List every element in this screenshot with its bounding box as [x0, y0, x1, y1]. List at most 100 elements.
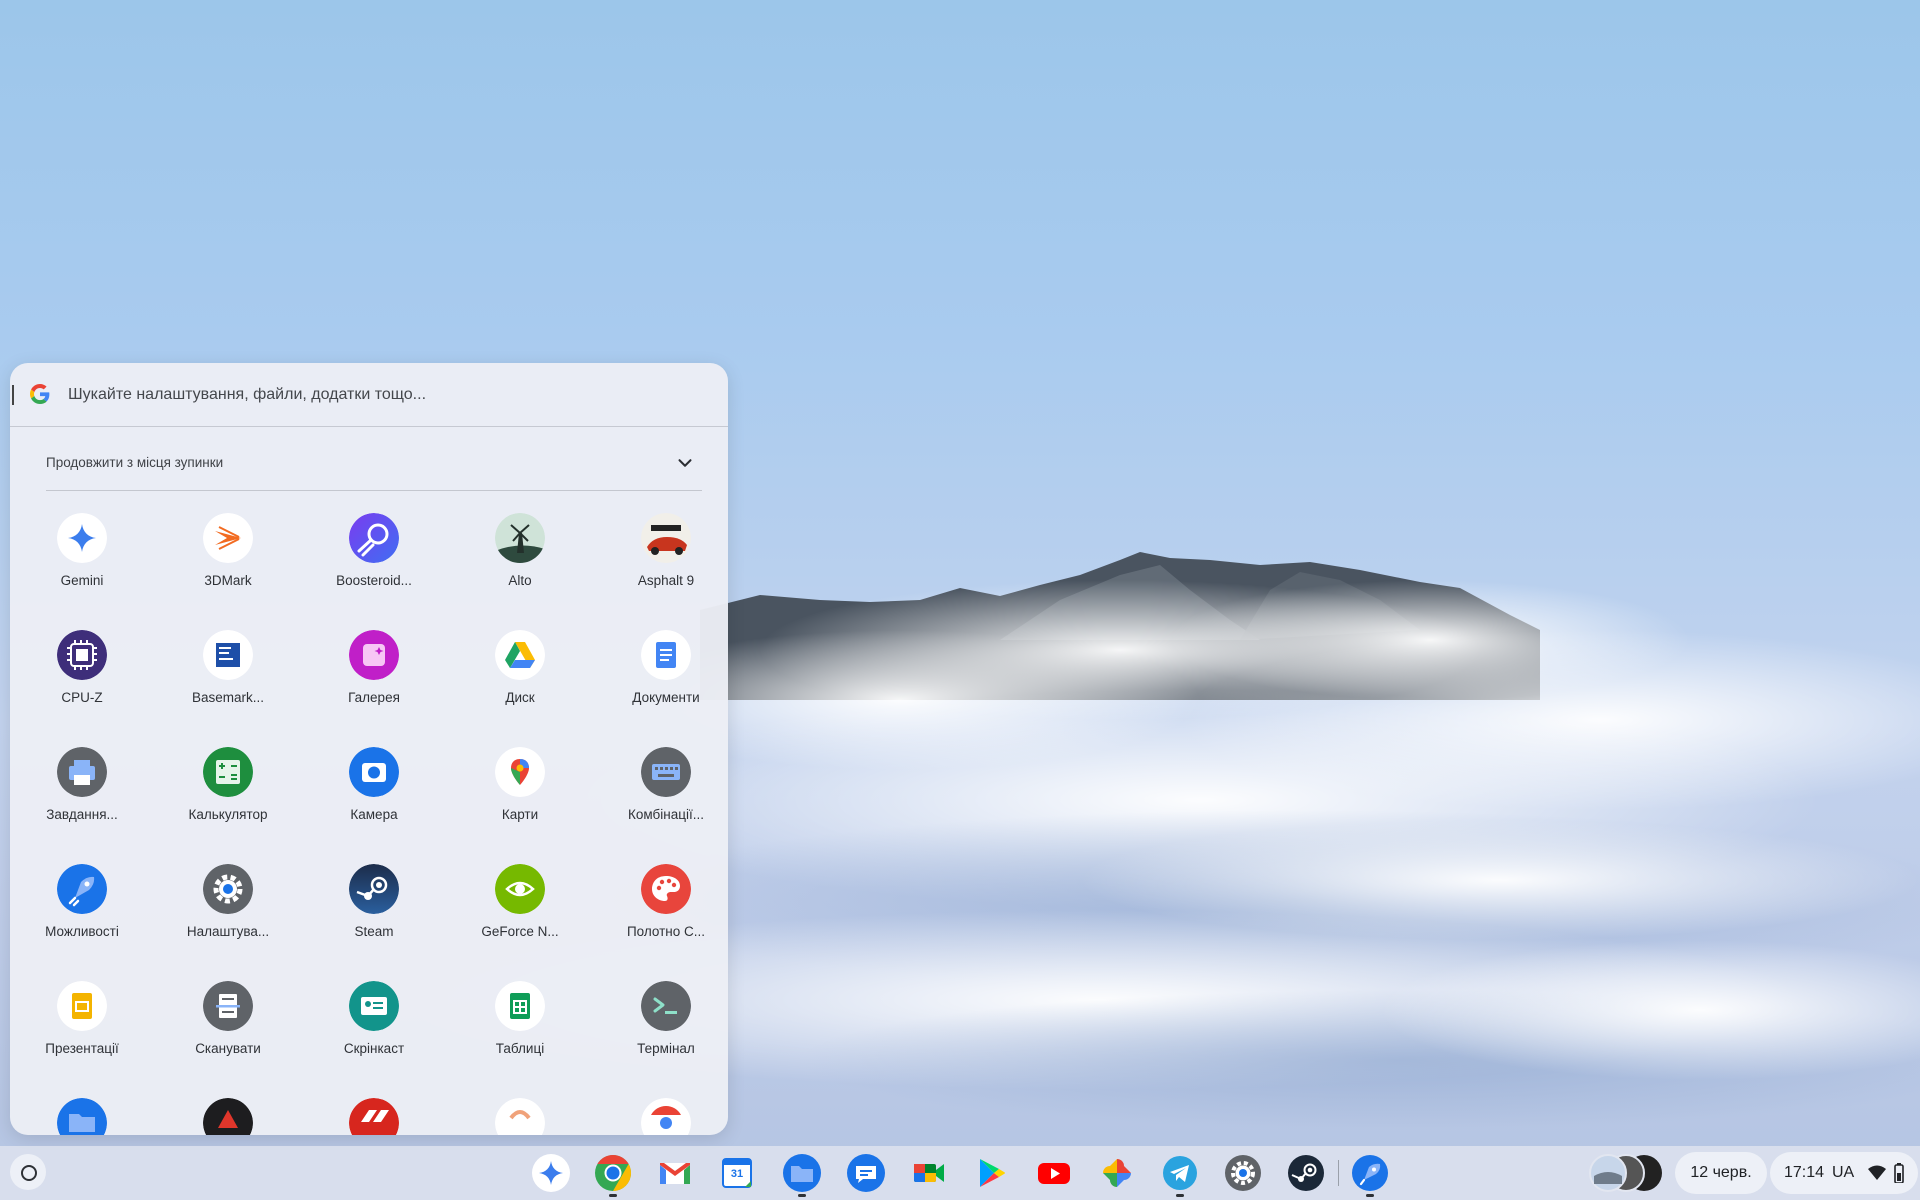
drive-icon: [495, 630, 545, 680]
app-print-jobs[interactable]: Завдання...: [22, 747, 142, 837]
running-indicator: [1366, 1194, 1374, 1197]
shelf-play-store[interactable]: [972, 1154, 1010, 1192]
continue-section-header: Продовжити з місця зупинки: [46, 449, 702, 479]
app-basemark[interactable]: Basemark...: [168, 630, 288, 720]
terminal-icon: [641, 981, 691, 1031]
app-settings[interactable]: Налаштува...: [168, 864, 288, 954]
app-dark-red[interactable]: [168, 1098, 288, 1135]
3dmark-icon: [203, 513, 253, 563]
app-cpuz[interactable]: CPU-Z: [22, 630, 142, 720]
app-maps[interactable]: Карти: [460, 747, 580, 837]
app-steam[interactable]: Steam: [314, 864, 434, 954]
launcher-button[interactable]: [10, 1154, 46, 1190]
running-indicator: [609, 1194, 617, 1197]
shelf-youtube[interactable]: [1035, 1154, 1073, 1192]
screencast-icon: [349, 981, 399, 1031]
app-label: Презентації: [45, 1041, 119, 1056]
play-store-icon: [980, 1159, 1005, 1187]
shelf-telegram[interactable]: [1161, 1154, 1199, 1197]
app-label: Галерея: [348, 690, 400, 705]
app-explore[interactable]: Можливості: [22, 864, 142, 954]
text-cursor: [12, 385, 14, 405]
launcher-circle-icon: [21, 1165, 37, 1181]
app-files[interactable]: [22, 1098, 142, 1135]
shelf-settings[interactable]: [1224, 1154, 1262, 1192]
app-slides[interactable]: Презентації: [22, 981, 142, 1071]
app-label: Steam: [354, 924, 394, 939]
app-boosteroid[interactable]: Boosteroid...: [314, 513, 434, 603]
app-label: Налаштува...: [186, 924, 270, 939]
app-canvas[interactable]: Полотно C...: [606, 864, 726, 954]
alto-icon: [495, 513, 545, 563]
app-icon: [495, 1098, 545, 1135]
app-label: Полотно C...: [626, 924, 706, 939]
tray-account-avatars[interactable]: [1588, 1154, 1664, 1192]
files-icon: [57, 1098, 107, 1135]
app-terminal[interactable]: Термінал: [606, 981, 726, 1071]
app-camera[interactable]: Камера: [314, 747, 434, 837]
app-icon: [203, 1098, 253, 1135]
app-red-logo[interactable]: [314, 1098, 434, 1135]
photos-icon: [1103, 1159, 1131, 1187]
shelf-calendar[interactable]: 31: [718, 1154, 756, 1192]
shelf-meet[interactable]: [910, 1154, 948, 1192]
scan-icon: [203, 981, 253, 1031]
app-gemini[interactable]: Gemini: [22, 513, 142, 603]
app-light[interactable]: [460, 1098, 580, 1135]
cpuz-icon: [57, 630, 107, 680]
app-calculator[interactable]: Калькулятор: [168, 747, 288, 837]
docs-icon: [641, 630, 691, 680]
app-gallery[interactable]: Галерея: [314, 630, 434, 720]
shelf-explore[interactable]: [1351, 1154, 1389, 1197]
battery-icon: [1894, 1163, 1904, 1183]
app-label: Завдання...: [46, 807, 118, 822]
app-docs[interactable]: Документи: [606, 630, 726, 720]
shelf-gmail[interactable]: [656, 1154, 694, 1192]
app-label: 3DMark: [204, 573, 252, 588]
date-tray[interactable]: 12 черв.: [1675, 1152, 1767, 1194]
clock-text: 17:14: [1784, 1164, 1825, 1181]
shelf-chrome[interactable]: [594, 1154, 632, 1197]
app-shortcuts[interactable]: Комбінації...: [606, 747, 726, 837]
app-drive[interactable]: Диск: [460, 630, 580, 720]
app-label: Таблиці: [495, 1041, 545, 1056]
gmail-icon: [660, 1163, 690, 1184]
app-alto[interactable]: Alto: [460, 513, 580, 603]
shelf: 31 12 черв. 17:14 UA: [0, 1146, 1920, 1200]
asphalt-icon: [641, 513, 691, 563]
files-icon: [783, 1154, 821, 1192]
google-icon: [30, 384, 50, 404]
app-geforce[interactable]: GeForce N...: [460, 864, 580, 954]
app-screencast[interactable]: Скрінкаст: [314, 981, 434, 1071]
app-label: Gemini: [60, 573, 104, 588]
launcher-search-box[interactable]: [10, 363, 728, 427]
shelf-messages[interactable]: [847, 1154, 885, 1192]
app-3dmark[interactable]: 3DMark: [168, 513, 288, 603]
app-label: Сканувати: [195, 1041, 261, 1056]
steam-icon: [349, 864, 399, 914]
search-input[interactable]: [68, 381, 688, 409]
calendar-day: 31: [730, 1168, 744, 1180]
chevron-down-icon[interactable]: [674, 452, 696, 474]
wifi-icon: [1868, 1165, 1886, 1180]
app-label: Скрінкаст: [343, 1041, 405, 1056]
shelf-steam[interactable]: [1287, 1154, 1325, 1192]
status-tray[interactable]: 17:14 UA: [1770, 1152, 1918, 1194]
app-label: Калькулятор: [188, 807, 268, 822]
app-label: Basemark...: [191, 690, 265, 705]
app-label: Документи: [632, 690, 700, 705]
app-chrome[interactable]: [606, 1098, 726, 1135]
app-sheets[interactable]: Таблиці: [460, 981, 580, 1071]
app-asphalt[interactable]: Asphalt 9: [606, 513, 726, 603]
app-scan[interactable]: Сканувати: [168, 981, 288, 1071]
shelf-photos[interactable]: [1098, 1154, 1136, 1192]
print-jobs-icon: [57, 747, 107, 797]
geforce-icon: [495, 864, 545, 914]
slides-icon: [57, 981, 107, 1031]
shelf-files[interactable]: [783, 1154, 821, 1197]
shelf-gemini[interactable]: [532, 1154, 570, 1192]
app-label: Карти: [501, 807, 539, 822]
settings-icon: [203, 864, 253, 914]
app-label: Термінал: [637, 1041, 695, 1056]
sheets-icon: [495, 981, 545, 1031]
